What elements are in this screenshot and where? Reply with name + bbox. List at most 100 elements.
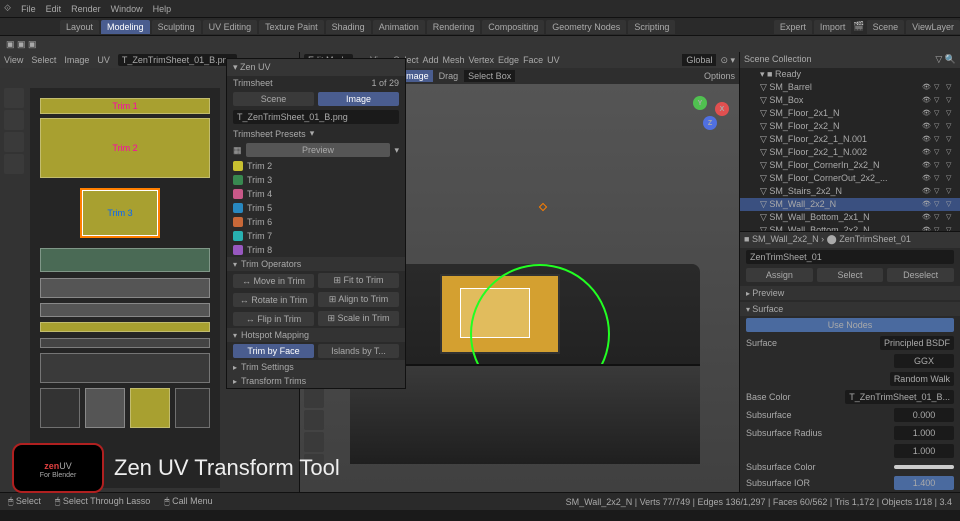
zen-scene-btn[interactable]: Scene	[233, 92, 314, 106]
trim-row-7[interactable]	[40, 322, 210, 332]
outliner-item[interactable]: ▽ SM_Floor_2x2_N👁▽▽	[740, 120, 960, 133]
randomwalk-dropdown[interactable]: Random Walk	[890, 372, 954, 386]
trim-row-9[interactable]	[40, 353, 210, 383]
outliner-item[interactable]: ▽ SM_Barrel👁▽▽	[740, 81, 960, 94]
surface-dropdown[interactable]: Principled BSDF	[880, 336, 954, 350]
trim-row-8[interactable]	[40, 338, 210, 348]
use-nodes-button[interactable]: Use Nodes	[746, 318, 954, 332]
menu-window[interactable]: Window	[111, 4, 143, 14]
trim-by-face-button[interactable]: Trim by Face	[233, 344, 314, 358]
blender-icon[interactable]: ⟐	[4, 3, 11, 14]
ws-uvediting[interactable]: UV Editing	[203, 20, 258, 34]
uv-cursor-tool[interactable]	[4, 88, 24, 108]
outliner-item[interactable]: ▽ SM_Floor_2x2_1_N.001👁▽▽	[740, 133, 960, 146]
import-button[interactable]: Import	[814, 20, 852, 34]
ws-compositing[interactable]: Compositing	[482, 20, 544, 34]
chevron-down-icon[interactable]: ▾	[394, 145, 399, 156]
subcolor-swatch[interactable]	[894, 465, 954, 469]
scene-dropdown[interactable]: Scene	[867, 20, 905, 34]
trim-cell-a[interactable]	[40, 388, 80, 428]
loopcut-tool[interactable]	[304, 388, 324, 408]
op-btn[interactable]: ⊞ Fit to Trim	[318, 273, 399, 288]
knife-tool[interactable]	[304, 410, 324, 430]
collection-ready[interactable]: ▾ ■ Ready	[740, 68, 960, 81]
trim-1[interactable]: Trim 1	[40, 98, 210, 114]
outliner-item[interactable]: ▽ SM_Wall_Bottom_2x1_N👁▽▽	[740, 211, 960, 224]
basecolor-field[interactable]: T_ZenTrimSheet_01_B...	[845, 390, 954, 404]
menu-help[interactable]: Help	[153, 4, 172, 14]
selectbox-dropdown[interactable]: Select Box	[464, 70, 515, 82]
ggx-dropdown[interactable]: GGX	[894, 354, 954, 368]
ws-modeling[interactable]: Modeling	[101, 20, 150, 34]
menu-edit[interactable]: Edit	[46, 4, 62, 14]
uv-rotate-tool[interactable]	[4, 154, 24, 174]
ws-rendering[interactable]: Rendering	[427, 20, 481, 34]
trim-item[interactable]: Trim 5	[227, 201, 405, 215]
uv-select-tool[interactable]	[4, 110, 24, 130]
vp-face-menu[interactable]: Face	[523, 55, 543, 65]
vp-vertex-menu[interactable]: Vertex	[469, 55, 495, 65]
trim-item[interactable]: Trim 3	[227, 173, 405, 187]
subior-field[interactable]: 1.400	[894, 476, 954, 490]
ws-layout[interactable]: Layout	[60, 20, 99, 34]
presets-dropdown-icon[interactable]: ▾	[310, 128, 315, 139]
zen-sheet-field[interactable]: T_ZenTrimSheet_01_B.png	[233, 110, 399, 124]
deselect-button[interactable]: Deselect	[887, 268, 954, 282]
grid-icon[interactable]: ▦	[233, 145, 242, 156]
trim-cell-b[interactable]	[85, 388, 125, 428]
outliner-item[interactable]: ▽ SM_Floor_CornerIn_2x2_N👁▽▽	[740, 159, 960, 172]
islands-button[interactable]: Islands by T...	[318, 344, 399, 358]
ws-scripting[interactable]: Scripting	[628, 20, 675, 34]
op-btn[interactable]: ⊞ Align to Trim	[318, 292, 399, 307]
vp-add-menu[interactable]: Add	[422, 55, 438, 65]
op-btn[interactable]: ↔ Rotate in Trim	[233, 293, 314, 307]
trim-item[interactable]: Trim 4	[227, 187, 405, 201]
surface-section[interactable]: ▾ Surface	[740, 302, 960, 316]
ws-shading[interactable]: Shading	[326, 20, 371, 34]
options-dropdown[interactable]: Options	[704, 71, 735, 81]
subrad-field[interactable]: 1.000	[894, 426, 954, 440]
op-btn[interactable]: ↔ Flip in Trim	[233, 312, 314, 326]
uv-uv-menu[interactable]: UV	[97, 55, 110, 65]
vp-edge-menu[interactable]: Edge	[498, 55, 519, 65]
trim-3-selected[interactable]: Trim 3	[80, 188, 160, 238]
global-dropdown[interactable]: Global	[682, 54, 716, 66]
preview-section[interactable]: ▸ Preview	[740, 286, 960, 300]
ws-sculpting[interactable]: Sculpting	[152, 20, 201, 34]
uv-image-field[interactable]: T_ZenTrimSheet_01_B.png	[118, 54, 237, 66]
trim-row-5[interactable]	[40, 278, 210, 298]
trim-item[interactable]: Trim 8	[227, 243, 405, 257]
menu-file[interactable]: File	[21, 4, 36, 14]
vp-mesh-menu[interactable]: Mesh	[443, 55, 465, 65]
trim-cell-c[interactable]	[130, 388, 170, 428]
subsurface-field[interactable]: 0.000	[894, 408, 954, 422]
outliner-item[interactable]: ▽ SM_Floor_2x1_N👁▽▽	[740, 107, 960, 120]
material-name-field[interactable]: ZenTrimSheet_01	[746, 250, 954, 264]
trim-cell-d[interactable]	[175, 388, 210, 428]
outliner-item[interactable]: ▽ SM_Floor_CornerOut_2x2_...👁▽▽	[740, 172, 960, 185]
outliner-item[interactable]: ▽ SM_Box👁▽▽	[740, 94, 960, 107]
vp-uv-menu[interactable]: UV	[547, 55, 560, 65]
select-button[interactable]: Select	[817, 268, 884, 282]
uv-select-menu[interactable]: Select	[31, 55, 56, 65]
menu-render[interactable]: Render	[71, 4, 101, 14]
trim-item[interactable]: Trim 2	[227, 159, 405, 173]
trim-row-4[interactable]	[40, 248, 210, 272]
trim-row-6[interactable]	[40, 303, 210, 317]
op-btn[interactable]: ↔ Move in Trim	[233, 274, 314, 288]
outliner-item[interactable]: ▽ SM_Floor_2x2_1_N.002👁▽▽	[740, 146, 960, 159]
outliner-item[interactable]: ▽ SM_Wall_2x2_N👁▽▽	[740, 198, 960, 211]
uv-move-tool[interactable]	[4, 132, 24, 152]
outliner-item[interactable]: ▽ SM_Stairs_2x2_N👁▽▽	[740, 185, 960, 198]
trim-2[interactable]: Trim 2	[40, 118, 210, 178]
viewlayer-dropdown[interactable]: ViewLayer	[906, 20, 960, 34]
op-btn[interactable]: ⊞ Scale in Trim	[318, 311, 399, 326]
uv-image-menu[interactable]: Image	[64, 55, 89, 65]
zen-image-btn[interactable]: Image	[318, 92, 399, 106]
uv-view-menu[interactable]: View	[4, 55, 23, 65]
nav-gizmo[interactable]: X Y Z	[689, 94, 729, 134]
ws-texturepaint[interactable]: Texture Paint	[259, 20, 324, 34]
preview-button[interactable]: Preview	[246, 143, 391, 157]
outliner-item[interactable]: ▽ SM_Wall_Bottom_2x2_N...👁▽▽	[740, 224, 960, 232]
expert-button[interactable]: Expert	[774, 20, 812, 34]
